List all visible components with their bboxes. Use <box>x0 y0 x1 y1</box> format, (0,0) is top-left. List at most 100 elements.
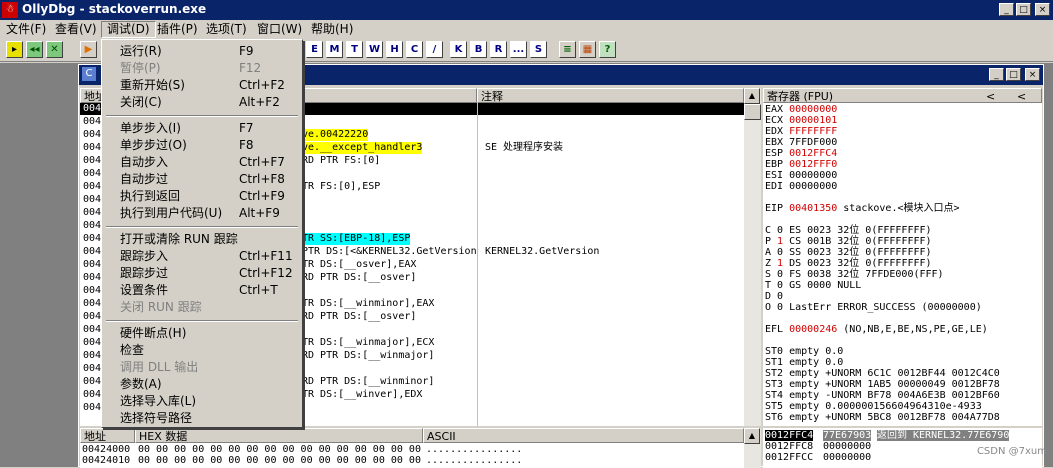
menu-help[interactable]: 帮助(H) <box>306 21 358 38</box>
disasm-scroll-thumb[interactable] <box>744 104 761 120</box>
register-line[interactable]: C 0 ES 0023 32位 0(FFFFFFFF) <box>765 225 932 236</box>
toolbar-window-button-6[interactable]: / <box>426 41 443 58</box>
register-line[interactable]: EIP 00401350 stackove.<模块入口点> <box>765 203 960 214</box>
list-icon[interactable]: ≡ <box>559 41 576 58</box>
register-line[interactable]: P 1 CS 001B 32位 0(FFFFFFFF) <box>765 236 932 247</box>
toolbar-window-button-5[interactable]: C <box>406 41 423 58</box>
debug-menu-item[interactable]: 自动步过 Ctrl+F8 <box>104 171 300 188</box>
register-label: EFL <box>765 324 790 335</box>
dump-scroll-up-arrow-icon[interactable]: ▲ <box>744 428 760 444</box>
disasm-row-address: 004 <box>83 298 102 309</box>
toolbar-window-button-7[interactable]: K <box>450 41 467 58</box>
register-line[interactable]: T 0 GS 0000 NULL <box>765 280 861 291</box>
debug-menu-item[interactable]: 检查 <box>104 342 300 359</box>
stack-row[interactable]: 0012FFC4 77E67903 返回到 KERNEL32.77E6790 <box>763 430 1042 441</box>
menu-view[interactable]: 查看(V) <box>50 21 102 38</box>
debug-menu-item-label: 硬件断点(H) <box>120 326 187 340</box>
close-icon[interactable]: ✕ <box>46 41 63 58</box>
dump-row[interactable]: 00424000 00 00 00 00 00 00 00 00 00 00 00… <box>80 444 744 455</box>
toolbar-window-button-10[interactable]: ... <box>510 41 527 58</box>
register-line[interactable]: ESI 00000000 <box>765 170 837 181</box>
toolbar-window-button-1[interactable]: M <box>326 41 343 58</box>
debug-menu-item[interactable]: 参数(A) <box>104 376 300 393</box>
debug-menu-item[interactable]: 跟踪步入 Ctrl+F11 <box>104 248 300 265</box>
register-line[interactable]: ST5 empty 0.000000156604964310e-4933 <box>765 401 982 412</box>
register-value: 0012FFC4 <box>789 148 838 159</box>
grid-icon[interactable]: ▦ <box>579 41 596 58</box>
register-value: 00401350 <box>789 203 838 214</box>
debug-menu-item[interactable]: 选择符号路径 <box>104 410 300 427</box>
maximize-button[interactable]: □ <box>1016 3 1031 16</box>
disasm-scrollbar[interactable]: ▲ <box>744 88 761 426</box>
menu-debug[interactable]: 调试(D) <box>101 21 156 38</box>
debug-menu-item[interactable]: 硬件断点(H) <box>104 325 300 342</box>
register-line[interactable]: EAX 00000000 <box>765 104 837 115</box>
scroll-up-arrow-icon[interactable]: ▲ <box>744 88 760 104</box>
register-line[interactable]: EFL 00000246 (NO,NB,E,BE,NS,PE,GE,LE) <box>765 324 988 335</box>
toolbar-window-button-8[interactable]: B <box>470 41 487 58</box>
open-icon[interactable]: ▸ <box>6 41 23 58</box>
toolbar-window-button-9[interactable]: R <box>490 41 507 58</box>
registers-nav-left-icon[interactable]: < <box>986 89 995 104</box>
debug-menu-dropdown: 运行(R) F9 暂停(P) F12 重新开始(S) Ctrl+F2 关闭(C) Alt+F2… <box>101 39 303 428</box>
disasm-header-comment[interactable]: 注释 <box>477 88 744 103</box>
minimize-button[interactable]: _ <box>999 3 1014 16</box>
registers-pane[interactable]: 寄存器 (FPU) < < EAX 00000000 ECX 00000101 ED… <box>763 88 1042 426</box>
register-line[interactable]: ST2 empty +UNORM 6C1C 0012BF44 0012C4C0 <box>765 368 1000 379</box>
register-line[interactable]: A 0 SS 0023 32位 0(FFFFFFFF) <box>765 247 932 258</box>
register-line[interactable]: EBX 7FFDF000 <box>765 137 837 148</box>
hex-dump-pane[interactable]: 地址 HEX 数据 ASCII 00424000 00 00 00 00 00 0… <box>80 428 744 468</box>
menu-plugins[interactable]: 插件(P) <box>152 21 203 38</box>
register-line[interactable]: O 0 LastErr ERROR_SUCCESS (00000000) <box>765 302 982 313</box>
close-window-button[interactable]: × <box>1035 3 1050 16</box>
registers-nav-right-icon[interactable]: < <box>1017 89 1026 104</box>
register-line[interactable]: ST6 empty +UNORM 5BC8 0012BF78 004A77D8 <box>765 412 1000 423</box>
dump-row[interactable]: 00424010 00 00 00 00 00 00 00 00 00 00 00… <box>80 455 744 466</box>
toolbar-window-button-2[interactable]: T <box>346 41 363 58</box>
restart-icon[interactable]: ◂◂ <box>26 41 43 58</box>
register-line[interactable]: ST1 empty 0.0 <box>765 357 843 368</box>
register-line[interactable]: S 0 FS 0038 32位 7FFDE000(FFF) <box>765 269 944 280</box>
register-line[interactable]: ECX 00000101 <box>765 115 837 126</box>
debug-menu-item[interactable]: 设置条件 Ctrl+T <box>104 282 300 299</box>
debug-menu-item[interactable]: 跟踪步过 Ctrl+F12 <box>104 265 300 282</box>
registers-header[interactable]: 寄存器 (FPU) < < <box>763 88 1042 103</box>
menu-window[interactable]: 窗口(W) <box>252 21 307 38</box>
cpu-minimize-button[interactable]: _ <box>989 68 1004 81</box>
debug-menu-item[interactable]: 重新开始(S) Ctrl+F2 <box>104 77 300 94</box>
register-line[interactable]: EBP 0012FFF0 <box>765 159 837 170</box>
register-line[interactable]: ST0 empty 0.0 <box>765 346 843 357</box>
debug-menu-item[interactable]: 单步步入(I) F7 <box>104 120 300 137</box>
register-label: ECX <box>765 115 790 126</box>
dump-header-ascii[interactable]: ASCII <box>423 428 744 443</box>
toolbar-window-button-11[interactable]: S <box>530 41 547 58</box>
toolbar-window-button-4[interactable]: H <box>386 41 403 58</box>
dump-header-address[interactable]: 地址 <box>80 428 135 443</box>
cpu-close-button[interactable]: × <box>1025 68 1040 81</box>
debug-menu-item[interactable]: 运行(R) F9 <box>104 43 300 60</box>
dump-header-hex[interactable]: HEX 数据 <box>135 428 423 443</box>
register-line[interactable]: EDX FFFFFFFF <box>765 126 837 137</box>
disasm-row-code: RD PTR DS:[__osver] <box>302 272 417 283</box>
debug-menu-item[interactable]: 执行到用户代码(U) Alt+F9 <box>104 205 300 222</box>
dump-scrollbar[interactable]: ▲ <box>744 428 761 468</box>
debug-menu-item[interactable]: 自动步入 Ctrl+F7 <box>104 154 300 171</box>
debug-menu-item[interactable]: 执行到返回 Ctrl+F9 <box>104 188 300 205</box>
register-line[interactable]: Z 1 DS 0023 32位 0(FFFFFFFF) <box>765 258 932 269</box>
debug-menu-item[interactable]: 单步步过(O) F8 <box>104 137 300 154</box>
menu-file[interactable]: 文件(F) <box>1 21 51 38</box>
run-icon[interactable]: ▶ <box>80 41 97 58</box>
debug-menu-item[interactable]: 关闭(C) Alt+F2 <box>104 94 300 111</box>
toolbar-window-button-0[interactable]: E <box>306 41 323 58</box>
cpu-maximize-button[interactable]: □ <box>1006 68 1021 81</box>
register-line[interactable]: ST3 empty +UNORM 1AB5 00000049 0012BF78 <box>765 379 1000 390</box>
register-line[interactable]: ESP 0012FFC4 <box>765 148 837 159</box>
register-line[interactable]: EDI 00000000 <box>765 181 837 192</box>
register-line[interactable]: ST4 empty -UNORM BF78 004A6E3B 0012BF60 <box>765 390 1000 401</box>
toolbar-window-button-3[interactable]: W <box>366 41 383 58</box>
debug-menu-item[interactable]: 打开或清除 RUN 跟踪 <box>104 231 300 248</box>
menu-options[interactable]: 选项(T) <box>201 21 252 38</box>
register-line[interactable]: D 0 <box>765 291 783 302</box>
debug-menu-item[interactable]: 选择导入库(L) <box>104 393 300 410</box>
help-icon[interactable]: ? <box>599 41 616 58</box>
